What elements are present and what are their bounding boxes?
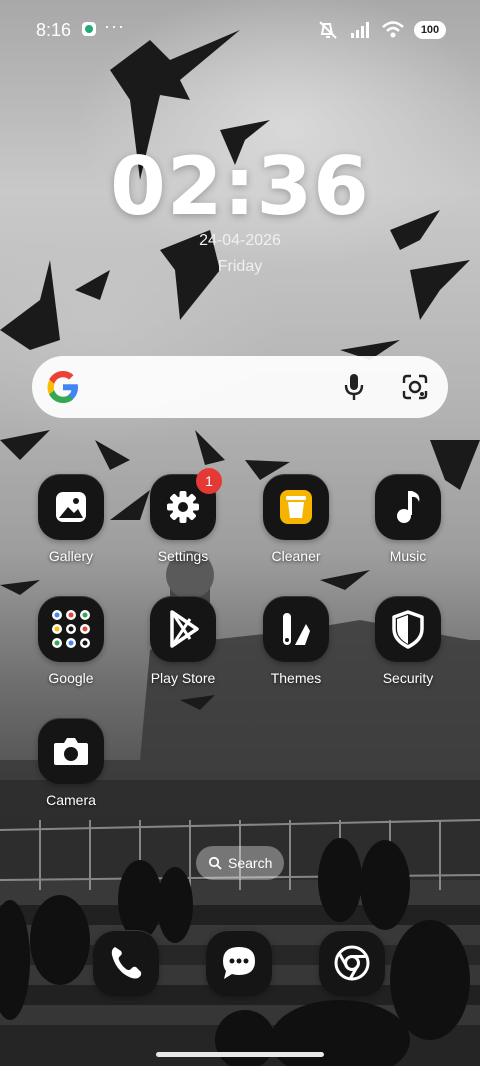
status-icons: 100 (318, 20, 446, 40)
app-label: Google (48, 670, 94, 686)
phone-icon (111, 947, 142, 979)
app-music[interactable]: Music (358, 474, 458, 564)
lens-icon[interactable] (400, 372, 430, 402)
folder-google[interactable]: Google (21, 596, 121, 686)
app-label: Gallery (48, 548, 94, 564)
mute-vibrate-icon (319, 21, 337, 39)
app-security[interactable]: Security (358, 596, 458, 686)
messages-icon (223, 947, 255, 979)
search-pill-label: Search (228, 855, 273, 871)
app-themes[interactable]: Themes (246, 596, 346, 686)
app-label: Security (382, 670, 434, 686)
dock-chrome[interactable] (319, 930, 385, 996)
notification-badge: 1 (196, 468, 222, 494)
dock-phone[interactable] (93, 930, 159, 996)
app-search-pill[interactable]: Search (196, 846, 284, 880)
app-label: Camera (46, 792, 96, 808)
status-time: 8:16 (36, 20, 72, 40)
battery-indicator: 100 (414, 21, 446, 39)
clock-widget-time[interactable]: 02:36 (0, 140, 480, 233)
gear-icon: 1 (150, 468, 222, 540)
camera-icon (38, 718, 104, 784)
wifi-icon (382, 21, 404, 38)
dock-messages[interactable] (206, 930, 272, 996)
google-search-bar[interactable] (32, 356, 448, 418)
shield-icon (375, 596, 441, 662)
app-gallery[interactable]: Gallery (21, 474, 121, 564)
app-camera[interactable]: Camera (21, 718, 121, 808)
app-label: Play Store (150, 670, 216, 686)
gallery-icon (38, 474, 104, 540)
google-logo-icon (47, 371, 78, 403)
clock-widget-date: 24-04-2026 (199, 232, 281, 249)
app-label: Settings (157, 548, 209, 564)
status-bar: 8:16 ··· 100 (0, 0, 480, 60)
app-play-store[interactable]: Play Store (133, 596, 233, 686)
chrome-icon (334, 945, 370, 981)
music-note-icon (375, 474, 441, 540)
themes-icon (263, 596, 329, 662)
play-store-icon (150, 596, 216, 662)
trash-icon (263, 474, 329, 540)
clock-widget-weekday: Friday (217, 258, 263, 275)
signal-icon (351, 22, 369, 38)
app-label: Themes (270, 670, 322, 686)
app-label: Music (389, 548, 427, 564)
google-folder-icon (38, 596, 104, 662)
app-settings[interactable]: 1 Settings (133, 468, 233, 564)
notification-app-icon (82, 22, 96, 36)
search-icon (208, 856, 222, 870)
more-notifications-icon: ··· (104, 16, 125, 36)
home-gesture-bar[interactable] (156, 1052, 324, 1057)
app-label: Cleaner (271, 548, 321, 564)
app-cleaner[interactable]: Cleaner (246, 474, 346, 564)
mic-icon[interactable] (340, 371, 368, 403)
